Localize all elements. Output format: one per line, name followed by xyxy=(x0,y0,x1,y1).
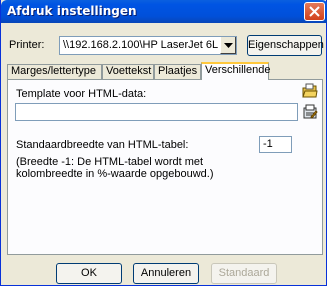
width-note-line1: (Breedte -1: De HTML-tabel wordt met xyxy=(16,156,204,168)
close-icon xyxy=(309,6,320,17)
title-bar: Afdruk instellingen xyxy=(1,0,327,23)
window-title: Afdruk instellingen xyxy=(7,4,137,18)
table-width-input[interactable]: -1 xyxy=(259,136,292,153)
printer-dropdown-button[interactable] xyxy=(220,37,236,54)
tab-images[interactable]: Plaatjes xyxy=(154,64,201,79)
table-width-label: Standaardbreedte van HTML-tabel: xyxy=(16,139,189,151)
chevron-down-icon xyxy=(224,43,233,48)
template-input[interactable] xyxy=(15,103,298,121)
tab-footer[interactable]: Voettekst xyxy=(102,64,154,79)
printer-select-value: \\192.168.2.100\HP LaserJet 6L xyxy=(63,39,219,51)
edit-document-icon xyxy=(303,104,318,119)
tab-panel-miscellaneous: Template voor HTML-data: Standaardbreedt… xyxy=(7,79,323,255)
tab-miscellaneous[interactable]: Verschillende xyxy=(201,62,270,80)
template-folder-button[interactable] xyxy=(302,83,318,99)
default-button[interactable]: Standaard xyxy=(211,263,277,284)
properties-button[interactable]: Eigenschappen xyxy=(247,35,324,56)
ok-button[interactable]: OK xyxy=(56,263,122,284)
tab-margins-font[interactable]: Marges/lettertype xyxy=(7,64,102,79)
width-note-line2: kolombreedte in %-waarde opgebouwd.) xyxy=(16,168,214,180)
close-button[interactable] xyxy=(304,2,325,21)
open-folder-icon xyxy=(302,83,318,98)
print-settings-dialog: Afdruk instellingen Printer: \\192.168.2… xyxy=(0,0,327,286)
printer-select[interactable]: \\192.168.2.100\HP LaserJet 6L xyxy=(59,36,237,55)
printer-label: Printer: xyxy=(9,39,45,51)
cancel-button[interactable]: Annuleren xyxy=(133,263,199,284)
template-edit-button[interactable] xyxy=(302,104,318,120)
template-label: Template voor HTML-data: xyxy=(16,88,147,100)
